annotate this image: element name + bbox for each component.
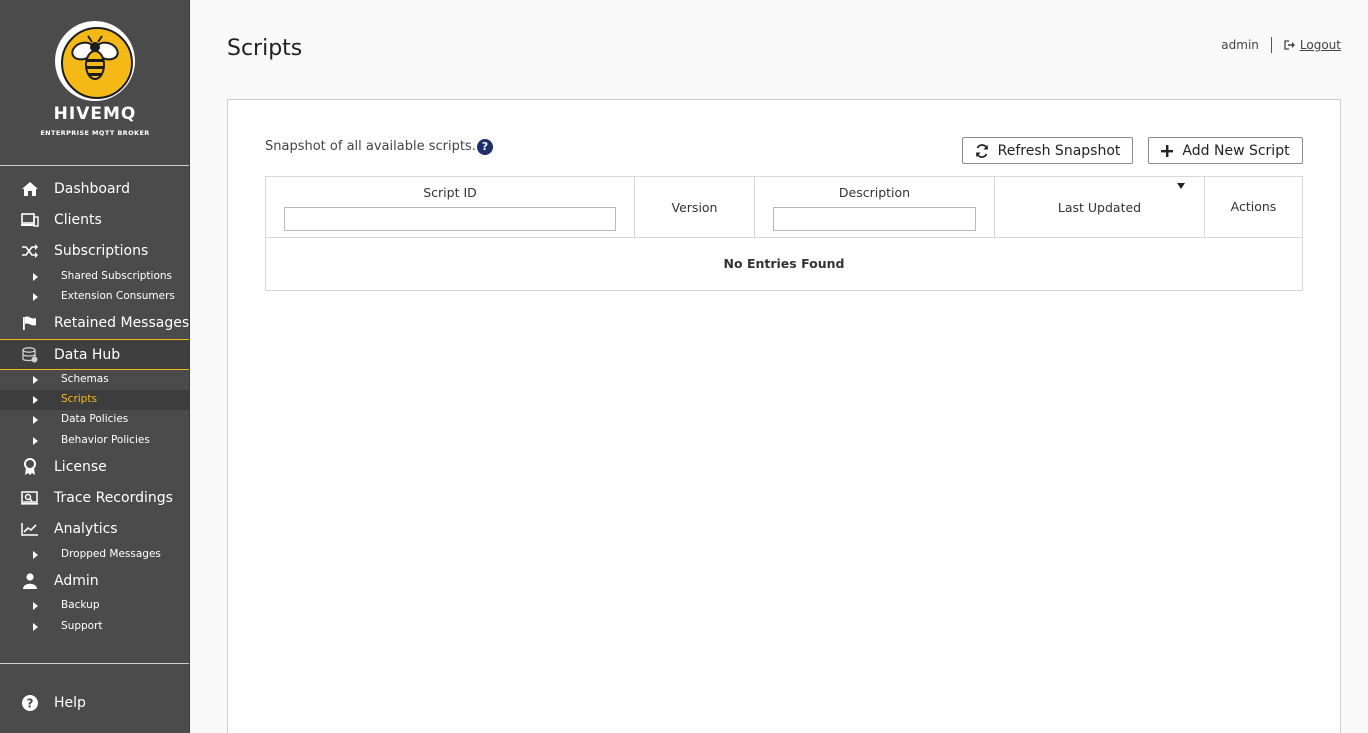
sidebar-item-label: Admin: [54, 573, 99, 589]
description-filter-input[interactable]: [773, 207, 976, 231]
user-area: admin Logout: [1221, 37, 1341, 53]
sidebar-subitem-dropped-messages[interactable]: Dropped Messages: [0, 545, 189, 565]
sidebar-subitem-extension-consumers[interactable]: Extension Consumers: [0, 287, 189, 307]
sidebar-item-label: Trace Recordings: [54, 490, 173, 506]
add-new-script-button[interactable]: Add New Script: [1148, 137, 1303, 164]
sidebar-subitem-behavior-policies[interactable]: Behavior Policies: [0, 431, 189, 451]
sidebar-item-label: Subscriptions: [54, 243, 149, 259]
column-version[interactable]: Version: [635, 177, 755, 238]
brand-logo-area: HIVEMQ ENTERPRISE MQTT BROKER: [0, 0, 189, 166]
sidebar-item-label: Dashboard: [54, 181, 130, 197]
caret-right-icon: [33, 396, 38, 404]
sidebar-item-clients[interactable]: Clients: [0, 205, 189, 236]
sidebar-divider: [0, 663, 189, 664]
brand-name: HIVEMQ: [53, 104, 137, 124]
user-icon: [20, 571, 40, 591]
caret-right-icon: [33, 623, 38, 631]
devices-icon: [20, 210, 40, 230]
sidebar-item-retained-messages[interactable]: Retained Messages: [0, 308, 189, 339]
refresh-snapshot-label: Refresh Snapshot: [997, 142, 1121, 159]
shuffle-icon: [20, 241, 40, 261]
flag-icon: [20, 313, 40, 333]
sidebar-item-label: Analytics: [54, 521, 118, 537]
caret-right-icon: [33, 273, 38, 281]
sidebar-subitem-support[interactable]: Support: [0, 617, 189, 637]
logout-link[interactable]: Logout: [1284, 38, 1341, 52]
column-description[interactable]: Description: [755, 177, 995, 238]
sidebar-item-analytics[interactable]: Analytics: [0, 514, 189, 545]
empty-table-message: No Entries Found: [723, 256, 845, 271]
sidebar-subitem-shared-subscriptions[interactable]: Shared Subscriptions: [0, 267, 189, 287]
caret-right-icon: [33, 376, 38, 384]
plus-icon: [1161, 144, 1174, 157]
svg-text:?: ?: [27, 697, 34, 711]
question-circle-icon: ?: [20, 693, 40, 713]
brand-tagline: ENTERPRISE MQTT BROKER: [40, 129, 150, 137]
column-actions: Actions: [1230, 199, 1277, 214]
sidebar-item-subscriptions[interactable]: Subscriptions: [0, 236, 189, 267]
sidebar-item-label: Clients: [54, 212, 102, 228]
database-icon: [20, 345, 40, 365]
sidebar-item-label: Data Hub: [54, 347, 121, 363]
sidebar-item-trace-recordings[interactable]: Trace Recordings: [0, 483, 189, 514]
sign-out-icon: [1284, 40, 1295, 50]
current-user: admin: [1221, 37, 1272, 53]
sidebar-subitem-schemas[interactable]: Schemas: [0, 370, 189, 390]
caret-right-icon: [33, 437, 38, 445]
sort-desc-icon[interactable]: [1177, 183, 1185, 189]
sidebar-subitem-data-policies[interactable]: Data Policies: [0, 410, 189, 430]
column-last-updated[interactable]: Last Updated: [995, 177, 1205, 238]
sidebar-subitem-scripts[interactable]: Scripts: [0, 390, 189, 410]
column-script-id[interactable]: Script ID: [266, 177, 635, 238]
bee-logo-icon: [55, 21, 135, 101]
caret-right-icon: [33, 551, 38, 559]
add-new-script-label: Add New Script: [1182, 142, 1290, 159]
logout-label: Logout: [1299, 38, 1341, 52]
caret-right-icon: [33, 416, 38, 424]
refresh-snapshot-button[interactable]: Refresh Snapshot: [962, 137, 1133, 164]
sidebar-item-label: Help: [54, 695, 86, 711]
award-icon: [20, 457, 40, 477]
scripts-table: Script ID Version Description Last Updat…: [265, 176, 1303, 291]
sidebar-item-label: License: [54, 459, 107, 475]
sidebar-item-license[interactable]: License: [0, 452, 189, 483]
sidebar-subitem-backup[interactable]: Backup: [0, 596, 189, 616]
caret-right-icon: [33, 602, 38, 610]
help-tooltip-icon[interactable]: ?: [477, 139, 493, 155]
refresh-icon: [975, 143, 989, 158]
home-icon: [20, 179, 40, 199]
sidebar-item-label: Retained Messages: [54, 315, 190, 331]
trace-icon: [20, 488, 40, 508]
sidebar-item-dashboard[interactable]: Dashboard: [0, 174, 189, 205]
sidebar-item-admin[interactable]: Admin: [0, 566, 189, 597]
sidebar: HIVEMQ ENTERPRISE MQTT BROKER Dashboard …: [0, 0, 190, 733]
caret-right-icon: [33, 293, 38, 301]
script-id-filter-input[interactable]: [284, 207, 616, 231]
scripts-panel: Snapshot of all available scripts. ? Ref…: [227, 99, 1341, 733]
table-header: Script ID Version Description Last Updat…: [266, 177, 1302, 238]
line-chart-icon: [20, 519, 40, 539]
sidebar-item-data-hub[interactable]: Data Hub: [0, 339, 189, 370]
page-title: Scripts: [227, 36, 303, 61]
snapshot-description: Snapshot of all available scripts.: [265, 139, 476, 154]
sidebar-item-help[interactable]: ? Help: [0, 688, 189, 719]
